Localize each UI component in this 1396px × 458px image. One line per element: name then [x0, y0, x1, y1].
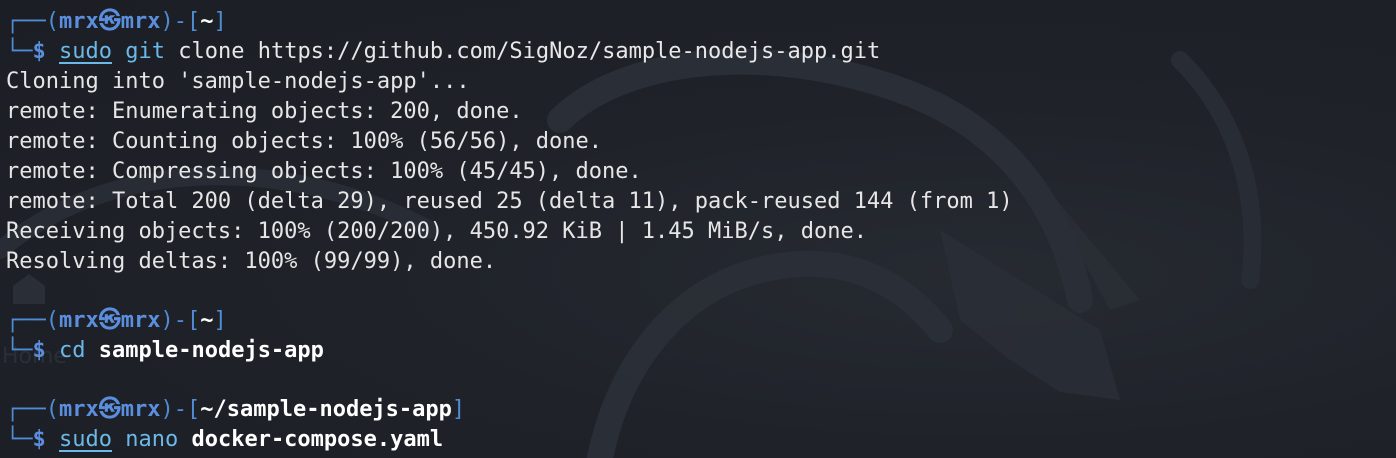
terminal-window[interactable]: Home ┌──(mrx㉿mrx)-[~] └─$ sudo git clone…	[0, 0, 1396, 458]
output-line: remote: Total 200 (delta 29), reused 25 …	[6, 189, 1013, 214]
output-line: remote: Compressing objects: 100% (45/45…	[6, 159, 642, 184]
prompt-line: ┌──(mrx㉿mrx)-[~]	[6, 9, 227, 34]
output-line: remote: Counting objects: 100% (56/56), …	[6, 129, 603, 154]
output-line: Receiving objects: 100% (200/200), 450.9…	[6, 219, 867, 244]
command-line[interactable]: └─$ sudo nano docker-compose.yaml	[6, 425, 443, 455]
output-line: Cloning into 'sample-nodejs-app'...	[6, 69, 470, 94]
output-line: remote: Enumerating objects: 200, done.	[6, 99, 523, 124]
output-line: Resolving deltas: 100% (99/99), done.	[6, 249, 497, 274]
prompt-line: ┌──(mrx㉿mrx)-[~/sample-nodejs-app]	[6, 397, 466, 422]
home-folder-icon	[13, 274, 45, 304]
command-line: └─$ sudo git clone https://github.com/Si…	[6, 39, 881, 64]
command-line: └─$ cd sample-nodejs-app	[6, 338, 324, 363]
prompt-line: ┌──(mrx㉿mrx)-[~]	[6, 308, 227, 333]
